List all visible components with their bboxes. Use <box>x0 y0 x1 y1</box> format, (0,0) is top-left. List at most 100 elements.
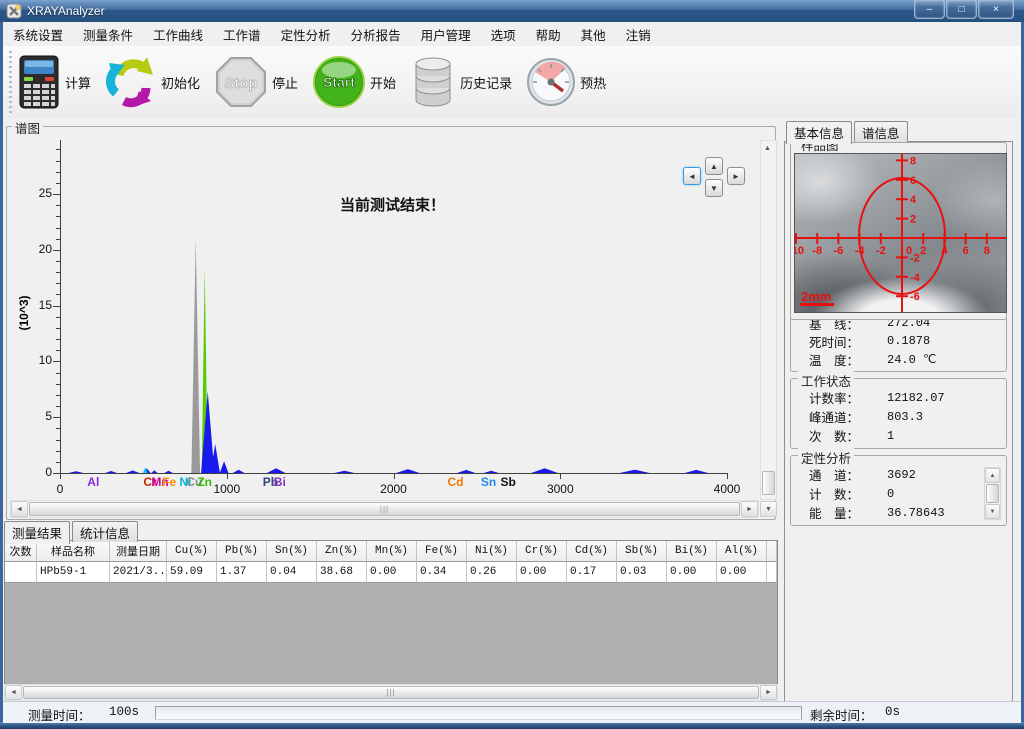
scroll-corner-button[interactable]: ▼ <box>760 501 777 517</box>
column-header-1[interactable]: 样品名称 <box>37 541 110 562</box>
measure-time-label: 测量时间： <box>28 705 91 724</box>
close-button[interactable]: × <box>978 0 1014 19</box>
tab-measure-results[interactable]: 测量结果 <box>4 521 70 544</box>
column-header-6[interactable]: Zn(%) <box>317 541 367 562</box>
pan-down-button[interactable]: ▼ <box>705 179 723 197</box>
crosshair-tick-label: 6 <box>963 245 969 257</box>
column-header-2[interactable]: 测量日期 <box>110 541 167 562</box>
cell: 0.00 <box>517 562 567 583</box>
info-group-3: 定性分析通 道：3692计 数：0能 量：36.78643▲▼ <box>790 455 1007 526</box>
column-header-7[interactable]: Mn(%) <box>367 541 417 562</box>
tab-basic-info[interactable]: 基本信息 <box>786 121 852 144</box>
y-minor-tick <box>56 161 60 162</box>
column-header-13[interactable]: Bi(%) <box>667 541 717 562</box>
column-header-3[interactable]: Cu(%) <box>167 541 217 562</box>
toolbar-item-label: 历史记录 <box>460 73 512 92</box>
scroll-left-arrow[interactable]: ◄ <box>11 501 28 517</box>
info-label: 能 量： <box>809 503 887 522</box>
info-value: 1 <box>887 429 894 443</box>
column-header-12[interactable]: Sb(%) <box>617 541 667 562</box>
y-minor-tick <box>56 317 60 318</box>
scroll-thumb[interactable]: ||| <box>23 686 759 699</box>
scroll-left-arrow[interactable]: ◄ <box>5 685 22 700</box>
toolbar-grip[interactable] <box>7 51 13 113</box>
column-header-0[interactable]: 次数 <box>5 541 37 562</box>
y-minor-tick <box>56 384 60 385</box>
crosshair-overlay: -10-8-6-4-202468 8642-2-4-6-8 2mm <box>795 154 1006 312</box>
y-tick <box>53 250 60 251</box>
menu-item-1[interactable]: 测量条件 <box>73 22 143 47</box>
maximize-button[interactable]: □ <box>946 0 977 19</box>
toolbar-item-2[interactable]: Stop停止 <box>214 55 298 109</box>
chart-horizontal-scrollbar[interactable]: ◄ ||| ► <box>10 500 759 518</box>
tab-statistics[interactable]: 统计信息 <box>72 521 138 542</box>
column-header-4[interactable]: Pb(%) <box>217 541 267 562</box>
cell: 38.68 <box>317 562 367 583</box>
menu-item-4[interactable]: 定性分析 <box>271 22 341 47</box>
svg-text:Stop: Stop <box>224 75 257 92</box>
table-horizontal-scrollbar[interactable]: ◄ ||| ► <box>4 684 778 701</box>
remain-time-label: 剩余时间： <box>810 705 873 724</box>
menu-item-7[interactable]: 选项 <box>481 22 526 47</box>
table-row[interactable]: HPb59-12021/3...59.091.370.0438.680.000.… <box>5 562 777 583</box>
y-minor-tick <box>56 428 60 429</box>
scroll-thumb[interactable] <box>986 484 999 503</box>
toolbar-item-1[interactable]: 初始化 <box>105 55 200 109</box>
scroll-thumb[interactable]: ||| <box>29 502 740 516</box>
spectrum-svg <box>61 140 728 473</box>
info-row: 通 道：3692 <box>794 465 1003 484</box>
y-minor-tick <box>56 216 60 217</box>
menu-bar: 系统设置测量条件工作曲线工作谱定性分析分析报告用户管理选项帮助其他注销 <box>3 22 1021 47</box>
menu-item-8[interactable]: 帮助 <box>526 22 571 47</box>
column-header-5[interactable]: Sn(%) <box>267 541 317 562</box>
qualitative-scrollbar[interactable]: ▲▼ <box>984 467 1001 520</box>
scroll-up-arrow[interactable]: ▲ <box>761 141 774 155</box>
title-bar[interactable]: XRAYAnalyzer – □ × <box>0 0 1024 22</box>
menu-item-10[interactable]: 注销 <box>616 22 661 47</box>
y-minor-tick <box>56 149 60 150</box>
y-minor-tick <box>56 395 60 396</box>
toolbar-item-0[interactable]: 计算 <box>17 55 91 109</box>
x-tick-label: 2000 <box>380 482 407 496</box>
toolbar-item-5[interactable]: 预热 <box>526 57 606 107</box>
scroll-right-arrow[interactable]: ► <box>760 685 777 700</box>
tab-spectrum-info[interactable]: 谱信息 <box>854 121 908 142</box>
menu-item-6[interactable]: 用户管理 <box>411 22 481 47</box>
column-header-9[interactable]: Ni(%) <box>467 541 517 562</box>
menu-item-5[interactable]: 分析报告 <box>341 22 411 47</box>
scroll-down-arrow[interactable]: ▼ <box>985 504 1000 519</box>
menu-item-0[interactable]: 系统设置 <box>3 22 73 47</box>
toolbar-item-4[interactable]: 历史记录 <box>410 55 512 109</box>
menu-item-2[interactable]: 工作曲线 <box>143 22 213 47</box>
scroll-thumb[interactable] <box>762 471 775 495</box>
menu-item-3[interactable]: 工作谱 <box>213 22 271 47</box>
start-icon: Start <box>312 55 366 109</box>
info-tabs: 基本信息 谱信息 <box>786 121 910 144</box>
results-tabs: 测量结果 统计信息 <box>4 521 140 544</box>
minimize-button[interactable]: – <box>914 0 945 19</box>
up-arrow-icon: ▲ <box>710 162 718 171</box>
column-header-11[interactable]: Cd(%) <box>567 541 617 562</box>
pan-right-button[interactable]: ► <box>727 167 745 185</box>
window-title: XRAYAnalyzer <box>27 4 105 18</box>
menu-item-9[interactable]: 其他 <box>571 22 616 47</box>
column-header-10[interactable]: Cr(%) <box>517 541 567 562</box>
scroll-up-arrow[interactable]: ▲ <box>985 468 1000 483</box>
status-bar: 测量时间： 100s 剩余时间： 0s <box>3 701 1021 723</box>
toolbar-item-3[interactable]: Start 开始 <box>312 55 396 109</box>
element-label-Al: Al <box>87 475 99 489</box>
scroll-right-arrow[interactable]: ► <box>741 501 758 517</box>
pan-up-button[interactable]: ▲ <box>705 157 723 175</box>
info-label: 死时间： <box>809 332 887 351</box>
table-header-row: 次数样品名称测量日期Cu(%)Pb(%)Sn(%)Zn(%)Mn(%)Fe(%)… <box>5 541 777 562</box>
column-header-14[interactable]: Al(%) <box>717 541 767 562</box>
pan-left-button[interactable]: ◄ <box>683 167 701 185</box>
chart-vertical-scrollbar[interactable]: ▲ <box>760 140 777 500</box>
sample-camera-image: -10-8-6-4-202468 8642-2-4-6-8 2mm <box>794 153 1007 313</box>
svg-text:Start: Start <box>323 74 355 90</box>
toolbar-item-label: 开始 <box>370 73 396 92</box>
column-header-8[interactable]: Fe(%) <box>417 541 467 562</box>
cell: 2021/3... <box>110 562 167 583</box>
info-label: 次 数： <box>809 426 887 445</box>
info-row: 计 数：0 <box>794 484 1003 503</box>
